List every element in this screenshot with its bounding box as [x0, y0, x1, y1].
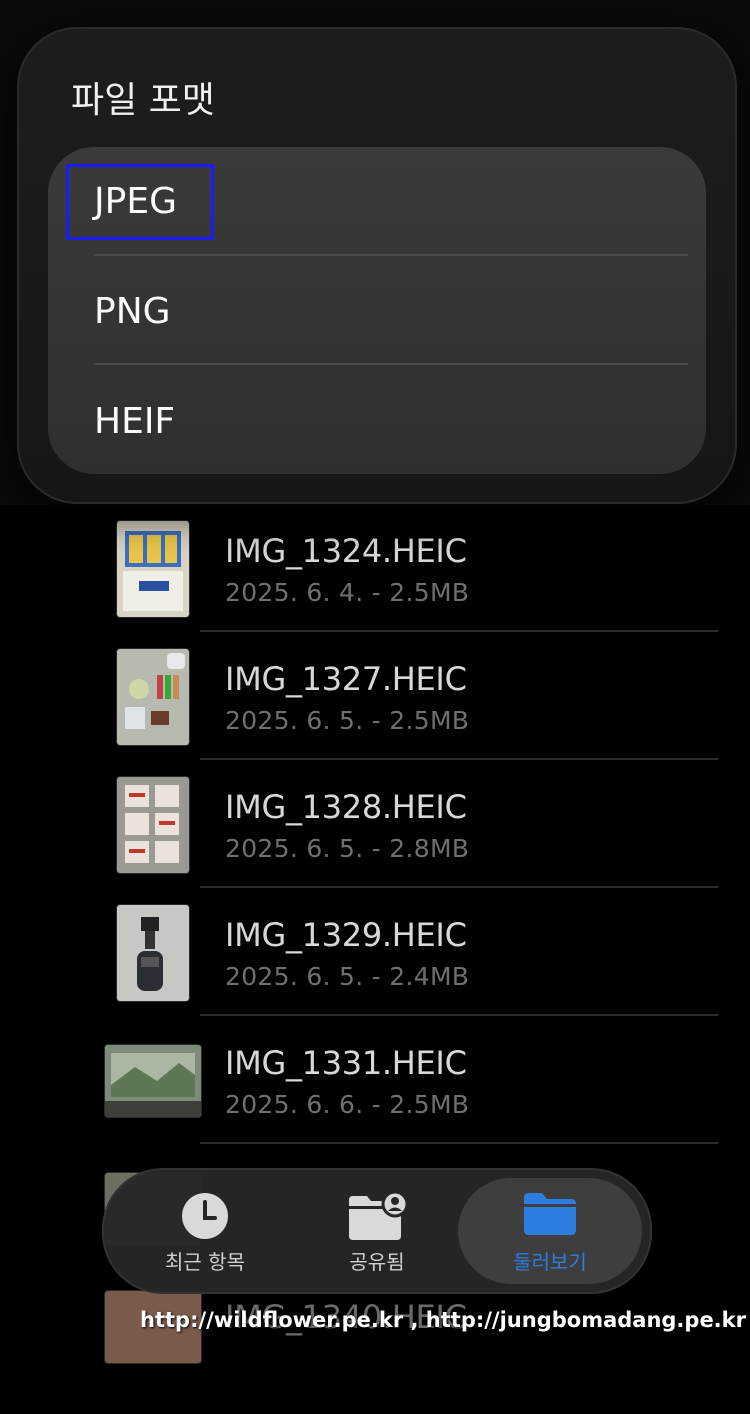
file-thumbnail	[116, 776, 190, 874]
file-meta: 2025. 6. 4. - 2.5MB	[225, 578, 470, 607]
file-thumbnail	[116, 648, 190, 746]
file-meta: 2025. 6. 5. - 2.8MB	[225, 834, 470, 863]
file-format-popover: 파일 포맷 JPEG PNG HEIF	[17, 27, 737, 504]
file-thumbnail	[116, 904, 190, 1002]
row-divider	[200, 630, 718, 632]
file-meta: 2025. 6. 6. - 2.5MB	[225, 1090, 470, 1119]
tab-label: 공유됨	[349, 1250, 405, 1274]
file-meta: 2025. 6. 5. - 2.5MB	[225, 706, 470, 735]
file-thumbnail	[116, 520, 190, 618]
list-item[interactable]: IMG_1327.HEIC 2025. 6. 5. - 2.5MB	[0, 646, 750, 774]
folder-icon	[522, 1190, 578, 1240]
thumbnail-image	[137, 917, 163, 991]
list-item[interactable]: IMG_1331.HEIC 2025. 6. 6. - 2.5MB	[0, 1030, 750, 1158]
thumbnail-image	[125, 653, 185, 729]
option-png[interactable]: PNG	[94, 291, 171, 332]
option-heif[interactable]: HEIF	[94, 401, 175, 442]
file-thumbnail	[104, 1044, 202, 1118]
thumbnail-image	[125, 785, 179, 863]
clock-icon	[181, 1192, 229, 1244]
file-name: IMG_1331.HEIC	[225, 1044, 467, 1082]
shared-folder-icon	[345, 1190, 409, 1246]
file-name: IMG_1328.HEIC	[225, 788, 467, 826]
popover-title: 파일 포맷	[71, 80, 215, 121]
tab-bar: 최근 항목 공유됨 둘러보기	[102, 1168, 652, 1294]
thumbnail-image	[105, 1045, 201, 1117]
row-divider	[200, 758, 718, 760]
file-meta: 2025. 6. 5. - 2.4MB	[225, 962, 470, 991]
tab-recents[interactable]: 최근 항목	[120, 1170, 290, 1292]
tab-label: 최근 항목	[165, 1250, 245, 1274]
option-divider	[94, 363, 688, 365]
row-divider	[200, 1142, 718, 1144]
thumbnail-image	[123, 531, 183, 611]
file-name: IMG_1327.HEIC	[225, 660, 467, 698]
focus-highlight	[66, 164, 214, 240]
file-name: IMG_1329.HEIC	[225, 916, 467, 954]
list-item[interactable]: IMG_1328.HEIC 2025. 6. 5. - 2.8MB	[0, 774, 750, 902]
watermark-text: http://wildflower.pe.kr , http://jungbom…	[140, 1308, 746, 1332]
tab-label: 둘러보기	[513, 1250, 587, 1274]
option-divider	[94, 254, 688, 256]
list-item[interactable]: IMG_1340.HEIC	[0, 1286, 750, 1414]
file-name: IMG_1324.HEIC	[225, 532, 467, 570]
row-divider	[200, 886, 718, 888]
list-item[interactable]: IMG_1329.HEIC 2025. 6. 5. - 2.4MB	[0, 902, 750, 1030]
list-item[interactable]: IMG_1324.HEIC 2025. 6. 4. - 2.5MB	[0, 518, 750, 646]
tab-browse[interactable]: 둘러보기	[458, 1178, 642, 1284]
row-divider	[200, 1014, 718, 1016]
tab-shared[interactable]: 공유됨	[292, 1170, 462, 1292]
